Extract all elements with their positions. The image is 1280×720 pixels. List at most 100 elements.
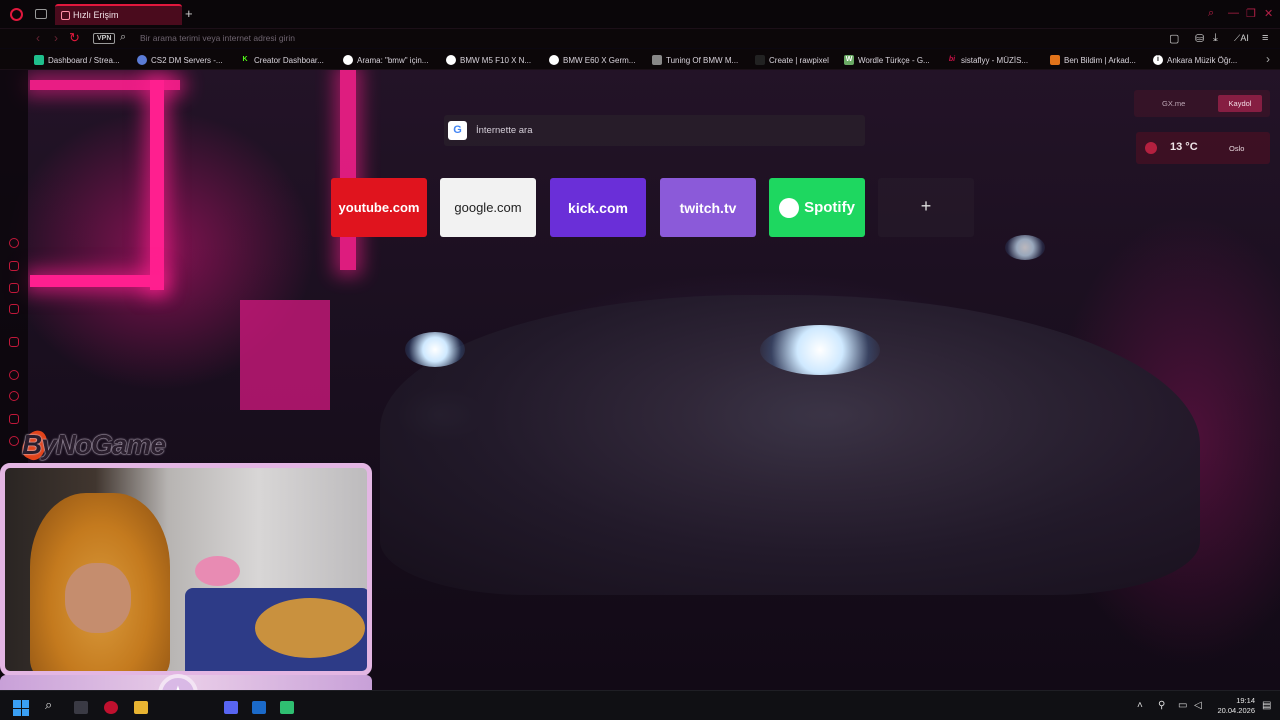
discord-taskbar-icon[interactable] xyxy=(224,701,238,714)
weather-city: Oslo xyxy=(1229,144,1245,153)
download-icon[interactable]: ⤓ xyxy=(1213,32,1218,45)
background-headlight xyxy=(1005,235,1045,260)
minimize-button[interactable]: — xyxy=(1228,7,1239,19)
bookmark-item[interactable]: BMW M5 F10 X N... xyxy=(446,54,531,66)
speed-dial-spotify[interactable]: Spotify xyxy=(769,178,865,237)
messenger-icon[interactable] xyxy=(9,283,19,293)
background-neon xyxy=(340,70,356,270)
back-button[interactable]: ‹ xyxy=(36,31,40,45)
tab-title: Hızlı Erişim xyxy=(73,10,119,20)
close-button[interactable]: ✕ xyxy=(1264,7,1273,20)
background-headlight xyxy=(405,332,465,367)
task-view-icon[interactable] xyxy=(74,701,88,714)
background-neon xyxy=(240,300,330,410)
bookmark-favicon-icon xyxy=(34,55,44,65)
bookmark-item[interactable]: bi sistaflyy - MÜZİS... xyxy=(947,54,1028,66)
settings-icon[interactable] xyxy=(9,436,19,446)
register-button[interactable]: Kaydol xyxy=(1218,95,1262,112)
speed-dial-page: G İnternette ara youtube.com google.com … xyxy=(0,70,1280,690)
gx-corner-icon[interactable] xyxy=(9,261,19,271)
bookmark-favicon-icon xyxy=(755,55,765,65)
bookmark-item[interactable]: K Creator Dashboar... xyxy=(240,54,323,66)
info-icon: i xyxy=(1153,55,1163,65)
webcam-dog xyxy=(255,598,365,658)
search-tabs-icon[interactable]: ⌕ xyxy=(1208,7,1214,20)
webcam-overlay xyxy=(0,463,372,676)
speed-dial-youtube[interactable]: youtube.com xyxy=(331,178,427,237)
stream-brand-text: ByNoGame xyxy=(22,429,166,460)
address-bar-row: ‹ › ↻ VPN ⌕ Bir arama terimi veya intern… xyxy=(0,29,1280,48)
forward-button[interactable]: › xyxy=(54,31,58,45)
bookmark-favicon-icon xyxy=(137,55,147,65)
bookmark-item[interactable]: Ben Bildim | Arkad... xyxy=(1050,54,1136,66)
weather-temperature: 13 °C xyxy=(1170,141,1198,153)
streaming-app-taskbar-icon[interactable] xyxy=(280,701,294,714)
background-neon xyxy=(30,275,160,287)
new-tab-button[interactable]: + xyxy=(185,6,193,21)
bookmark-favicon-icon xyxy=(1050,55,1060,65)
bookmark-item[interactable]: CS2 DM Servers -... xyxy=(137,54,223,66)
bookmarks-overflow-icon[interactable]: › xyxy=(1266,52,1270,66)
windows-start-icon[interactable] xyxy=(13,700,29,716)
bookmark-favicon-icon xyxy=(549,55,559,65)
ai-button[interactable]: ⟋AI xyxy=(1234,33,1249,44)
bookmark-favicon-icon xyxy=(652,55,662,65)
network-icon[interactable]: ▭ xyxy=(1178,700,1187,711)
search-bar[interactable]: G İnternette ara xyxy=(444,115,865,146)
chat-icon[interactable] xyxy=(9,337,19,347)
taskbar-clock[interactable]: 19:14 20.04.2026 xyxy=(1215,696,1255,716)
search-icon: ⌕ xyxy=(120,31,127,43)
webcam-plush xyxy=(195,556,240,586)
gx-me-link[interactable]: GX.me xyxy=(1162,99,1185,108)
biletix-icon: bi xyxy=(948,56,956,63)
weather-widget[interactable]: 13 °C Oslo xyxy=(1136,132,1270,164)
steam-taskbar-icon[interactable] xyxy=(252,701,266,714)
address-input[interactable]: Bir arama terimi veya internet adresi gi… xyxy=(140,33,295,43)
player-icon[interactable] xyxy=(9,370,19,380)
speed-dial-kick[interactable]: kick.com xyxy=(550,178,646,237)
bookmark-item[interactable]: Tuning Of BMW M... xyxy=(652,54,738,66)
notifications-icon[interactable]: ▤ xyxy=(1262,700,1271,711)
bookmark-item[interactable]: Dashboard / Strea... xyxy=(34,54,120,66)
weather-icon xyxy=(1145,142,1157,154)
speed-dial-google[interactable]: google.com xyxy=(440,178,536,237)
background-headlight xyxy=(760,325,880,375)
webcam-face xyxy=(65,563,131,633)
wordle-icon: W xyxy=(844,55,854,65)
twitch-sidebar-icon[interactable] xyxy=(9,304,19,314)
extensions-icon[interactable] xyxy=(9,414,19,424)
bookmark-item[interactable]: i Ankara Müzik Öğr... xyxy=(1153,54,1237,66)
bookmark-item[interactable]: W Wordle Türkçe - G... xyxy=(844,54,930,66)
spotify-icon xyxy=(779,197,800,218)
tray-overflow-icon[interactable]: ˄ xyxy=(1137,700,1143,711)
bookmark-favicon-icon xyxy=(343,55,353,65)
tab-speed-dial[interactable]: Hızlı Erişim xyxy=(55,4,182,25)
history-icon[interactable] xyxy=(9,391,19,401)
reload-button[interactable]: ↻ xyxy=(69,30,80,46)
opera-gx-logo-icon[interactable] xyxy=(10,8,23,21)
wallet-icon[interactable]: ⛁ xyxy=(1195,32,1204,45)
speed-dial-tab-icon xyxy=(61,11,70,20)
maximize-button[interactable]: ❐ xyxy=(1246,7,1256,20)
bookmark-item[interactable]: Create | rawpixel xyxy=(755,54,829,66)
file-explorer-icon[interactable] xyxy=(134,701,148,714)
volume-icon[interactable]: ◁ xyxy=(1194,700,1202,711)
add-speed-dial-button[interactable]: + xyxy=(878,178,974,237)
taskbar-search-icon[interactable]: ⌕ xyxy=(45,697,52,713)
vpn-badge[interactable]: VPN xyxy=(93,33,116,44)
tab-manager-icon[interactable] xyxy=(35,9,47,19)
speed-dial-twitch[interactable]: twitch.tv xyxy=(660,178,756,237)
search-input[interactable]: İnternette ara xyxy=(476,125,533,136)
clock-date: 20.04.2026 xyxy=(1217,706,1255,715)
bookmark-item[interactable]: BMW E60 X Germ... xyxy=(549,54,635,66)
bookmark-item[interactable]: Arama: "bmw" için... xyxy=(343,54,428,66)
clock-time: 19:14 xyxy=(1236,696,1255,705)
microphone-icon[interactable]: ⚲ xyxy=(1158,700,1165,711)
gx-control-icon[interactable] xyxy=(9,238,19,248)
snapshot-icon[interactable]: ▢ xyxy=(1169,32,1179,45)
menu-icon[interactable]: ≡ xyxy=(1262,32,1268,44)
tab-bar: Hızlı Erişim + ⌕ — ❐ ✕ xyxy=(0,0,1280,29)
taskbar: ⌕ ˄ ⚲ ▭ ◁ 19:14 20.04.2026 ▤ xyxy=(0,690,1280,720)
bookmark-favicon-icon xyxy=(446,55,456,65)
opera-gx-taskbar-icon[interactable] xyxy=(104,701,118,714)
